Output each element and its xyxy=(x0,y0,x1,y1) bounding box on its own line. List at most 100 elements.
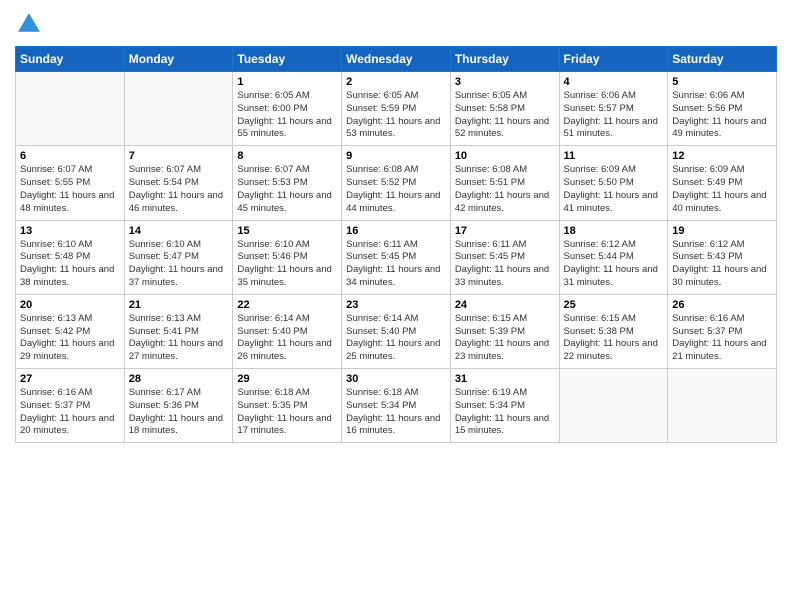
day-info: Sunrise: 6:14 AMSunset: 5:40 PMDaylight:… xyxy=(237,313,337,364)
day-number: 14 xyxy=(129,225,229,237)
day-info: Sunrise: 6:18 AMSunset: 5:34 PMDaylight:… xyxy=(346,387,446,438)
day-info: Sunrise: 6:07 AMSunset: 5:53 PMDaylight:… xyxy=(237,164,337,215)
calendar-day-cell: 7 Sunrise: 6:07 AMSunset: 5:54 PMDaylight… xyxy=(124,146,233,220)
day-info: Sunrise: 6:12 AMSunset: 5:43 PMDaylight:… xyxy=(672,239,772,290)
calendar-day-cell: 3 Sunrise: 6:05 AMSunset: 5:58 PMDaylight… xyxy=(450,72,559,146)
day-info: Sunrise: 6:13 AMSunset: 5:41 PMDaylight:… xyxy=(129,313,229,364)
day-info: Sunrise: 6:09 AMSunset: 5:50 PMDaylight:… xyxy=(564,164,664,215)
day-number: 26 xyxy=(672,299,772,311)
calendar-day-cell: 9Sunrise: 6:08 AMSunset: 5:52 PMDaylight… xyxy=(342,146,451,220)
calendar-day-cell: 20Sunrise: 6:13 AMSunset: 5:42 PMDayligh… xyxy=(16,294,125,368)
calendar-day-cell: 24 Sunrise: 6:15 AMSunset: 5:39 PMDayligh… xyxy=(450,294,559,368)
calendar-day-cell: 11 Sunrise: 6:09 AMSunset: 5:50 PMDayligh… xyxy=(559,146,668,220)
calendar-day-cell: 22Sunrise: 6:14 AMSunset: 5:40 PMDayligh… xyxy=(233,294,342,368)
weekday-header-sunday: Sunday xyxy=(16,47,125,72)
weekday-header-monday: Monday xyxy=(124,47,233,72)
day-number: 16 xyxy=(346,225,446,237)
day-info: Sunrise: 6:09 AMSunset: 5:49 PMDaylight:… xyxy=(672,164,772,215)
day-info: Sunrise: 6:15 AMSunset: 5:39 PMDaylight:… xyxy=(455,313,555,364)
calendar-week-row: 1Sunrise: 6:05 AMSunset: 6:00 PMDaylight… xyxy=(16,72,777,146)
day-info: Sunrise: 6:06 AMSunset: 5:57 PMDaylight:… xyxy=(564,90,664,141)
day-number: 31 xyxy=(455,373,555,385)
day-info: Sunrise: 6:16 AMSunset: 5:37 PMDaylight:… xyxy=(672,313,772,364)
calendar-day-cell: 27 Sunrise: 6:16 AMSunset: 5:37 PMDayligh… xyxy=(16,369,125,443)
calendar-day-cell: 25 Sunrise: 6:15 AMSunset: 5:38 PMDayligh… xyxy=(559,294,668,368)
day-info: Sunrise: 6:07 AMSunset: 5:54 PMDaylight:… xyxy=(129,164,229,215)
weekday-header-tuesday: Tuesday xyxy=(233,47,342,72)
day-info: Sunrise: 6:15 AMSunset: 5:38 PMDaylight:… xyxy=(564,313,664,364)
day-info: Sunrise: 6:05 AMSunset: 5:58 PMDaylight:… xyxy=(455,90,555,141)
day-number: 28 xyxy=(129,373,229,385)
day-info: Sunrise: 6:11 AMSunset: 5:45 PMDaylight:… xyxy=(455,239,555,290)
day-info: Sunrise: 6:14 AMSunset: 5:40 PMDaylight:… xyxy=(346,313,446,364)
day-number: 18 xyxy=(564,225,664,237)
day-number: 12 xyxy=(672,150,772,162)
day-number: 3 xyxy=(455,76,555,88)
calendar-day-cell xyxy=(559,369,668,443)
day-number: 29 xyxy=(237,373,337,385)
calendar-table: SundayMondayTuesdayWednesdayThursdayFrid… xyxy=(15,46,777,443)
calendar-day-cell: 4 Sunrise: 6:06 AMSunset: 5:57 PMDaylight… xyxy=(559,72,668,146)
calendar-day-cell: 17Sunrise: 6:11 AMSunset: 5:45 PMDayligh… xyxy=(450,220,559,294)
calendar-day-cell: 23 Sunrise: 6:14 AMSunset: 5:40 PMDayligh… xyxy=(342,294,451,368)
calendar-week-row: 13 Sunrise: 6:10 AMSunset: 5:48 PMDayligh… xyxy=(16,220,777,294)
day-number: 10 xyxy=(455,150,555,162)
day-number: 9 xyxy=(346,150,446,162)
day-info: Sunrise: 6:12 AMSunset: 5:44 PMDaylight:… xyxy=(564,239,664,290)
weekday-header-saturday: Saturday xyxy=(668,47,777,72)
calendar-day-cell: 1Sunrise: 6:05 AMSunset: 6:00 PMDaylight… xyxy=(233,72,342,146)
weekday-header-thursday: Thursday xyxy=(450,47,559,72)
calendar-day-cell: 8 Sunrise: 6:07 AMSunset: 5:53 PMDaylight… xyxy=(233,146,342,220)
calendar-day-cell: 16 Sunrise: 6:11 AMSunset: 5:45 PMDayligh… xyxy=(342,220,451,294)
day-number: 25 xyxy=(564,299,664,311)
day-info: Sunrise: 6:17 AMSunset: 5:36 PMDaylight:… xyxy=(129,387,229,438)
day-info: Sunrise: 6:10 AMSunset: 5:48 PMDaylight:… xyxy=(20,239,120,290)
calendar-day-cell: 10 Sunrise: 6:08 AMSunset: 5:51 PMDayligh… xyxy=(450,146,559,220)
day-info: Sunrise: 6:10 AMSunset: 5:46 PMDaylight:… xyxy=(237,239,337,290)
calendar-day-cell: 18 Sunrise: 6:12 AMSunset: 5:44 PMDayligh… xyxy=(559,220,668,294)
day-number: 30 xyxy=(346,373,446,385)
calendar-day-cell: 5 Sunrise: 6:06 AMSunset: 5:56 PMDaylight… xyxy=(668,72,777,146)
day-number: 7 xyxy=(129,150,229,162)
calendar-day-cell: 29Sunrise: 6:18 AMSunset: 5:35 PMDayligh… xyxy=(233,369,342,443)
day-number: 6 xyxy=(20,150,120,162)
day-info: Sunrise: 6:05 AMSunset: 6:00 PMDaylight:… xyxy=(237,90,337,141)
calendar-day-cell: 15 Sunrise: 6:10 AMSunset: 5:46 PMDayligh… xyxy=(233,220,342,294)
logo-icon xyxy=(15,10,43,38)
day-info: Sunrise: 6:05 AMSunset: 5:59 PMDaylight:… xyxy=(346,90,446,141)
calendar-week-row: 20Sunrise: 6:13 AMSunset: 5:42 PMDayligh… xyxy=(16,294,777,368)
logo xyxy=(15,10,47,38)
day-info: Sunrise: 6:16 AMSunset: 5:37 PMDaylight:… xyxy=(20,387,120,438)
weekday-header-row: SundayMondayTuesdayWednesdayThursdayFrid… xyxy=(16,47,777,72)
day-number: 11 xyxy=(564,150,664,162)
day-number: 24 xyxy=(455,299,555,311)
calendar-week-row: 6 Sunrise: 6:07 AMSunset: 5:55 PMDaylight… xyxy=(16,146,777,220)
day-number: 21 xyxy=(129,299,229,311)
day-info: Sunrise: 6:06 AMSunset: 5:56 PMDaylight:… xyxy=(672,90,772,141)
weekday-header-friday: Friday xyxy=(559,47,668,72)
day-info: Sunrise: 6:11 AMSunset: 5:45 PMDaylight:… xyxy=(346,239,446,290)
day-number: 13 xyxy=(20,225,120,237)
calendar-day-cell: 19Sunrise: 6:12 AMSunset: 5:43 PMDayligh… xyxy=(668,220,777,294)
calendar-day-cell: 31 Sunrise: 6:19 AMSunset: 5:34 PMDayligh… xyxy=(450,369,559,443)
day-number: 27 xyxy=(20,373,120,385)
day-info: Sunrise: 6:19 AMSunset: 5:34 PMDaylight:… xyxy=(455,387,555,438)
day-info: Sunrise: 6:07 AMSunset: 5:55 PMDaylight:… xyxy=(20,164,120,215)
calendar-day-cell: 13 Sunrise: 6:10 AMSunset: 5:48 PMDayligh… xyxy=(16,220,125,294)
day-number: 2 xyxy=(346,76,446,88)
day-number: 15 xyxy=(237,225,337,237)
calendar-day-cell: 2 Sunrise: 6:05 AMSunset: 5:59 PMDaylight… xyxy=(342,72,451,146)
day-number: 23 xyxy=(346,299,446,311)
calendar-day-cell xyxy=(16,72,125,146)
calendar-day-cell: 14Sunrise: 6:10 AMSunset: 5:47 PMDayligh… xyxy=(124,220,233,294)
day-number: 20 xyxy=(20,299,120,311)
day-number: 5 xyxy=(672,76,772,88)
calendar-day-cell: 30 Sunrise: 6:18 AMSunset: 5:34 PMDayligh… xyxy=(342,369,451,443)
day-number: 8 xyxy=(237,150,337,162)
day-info: Sunrise: 6:08 AMSunset: 5:51 PMDaylight:… xyxy=(455,164,555,215)
calendar-day-cell: 26 Sunrise: 6:16 AMSunset: 5:37 PMDayligh… xyxy=(668,294,777,368)
weekday-header-wednesday: Wednesday xyxy=(342,47,451,72)
day-number: 4 xyxy=(564,76,664,88)
calendar-day-cell: 12 Sunrise: 6:09 AMSunset: 5:49 PMDayligh… xyxy=(668,146,777,220)
page-header xyxy=(15,10,777,38)
